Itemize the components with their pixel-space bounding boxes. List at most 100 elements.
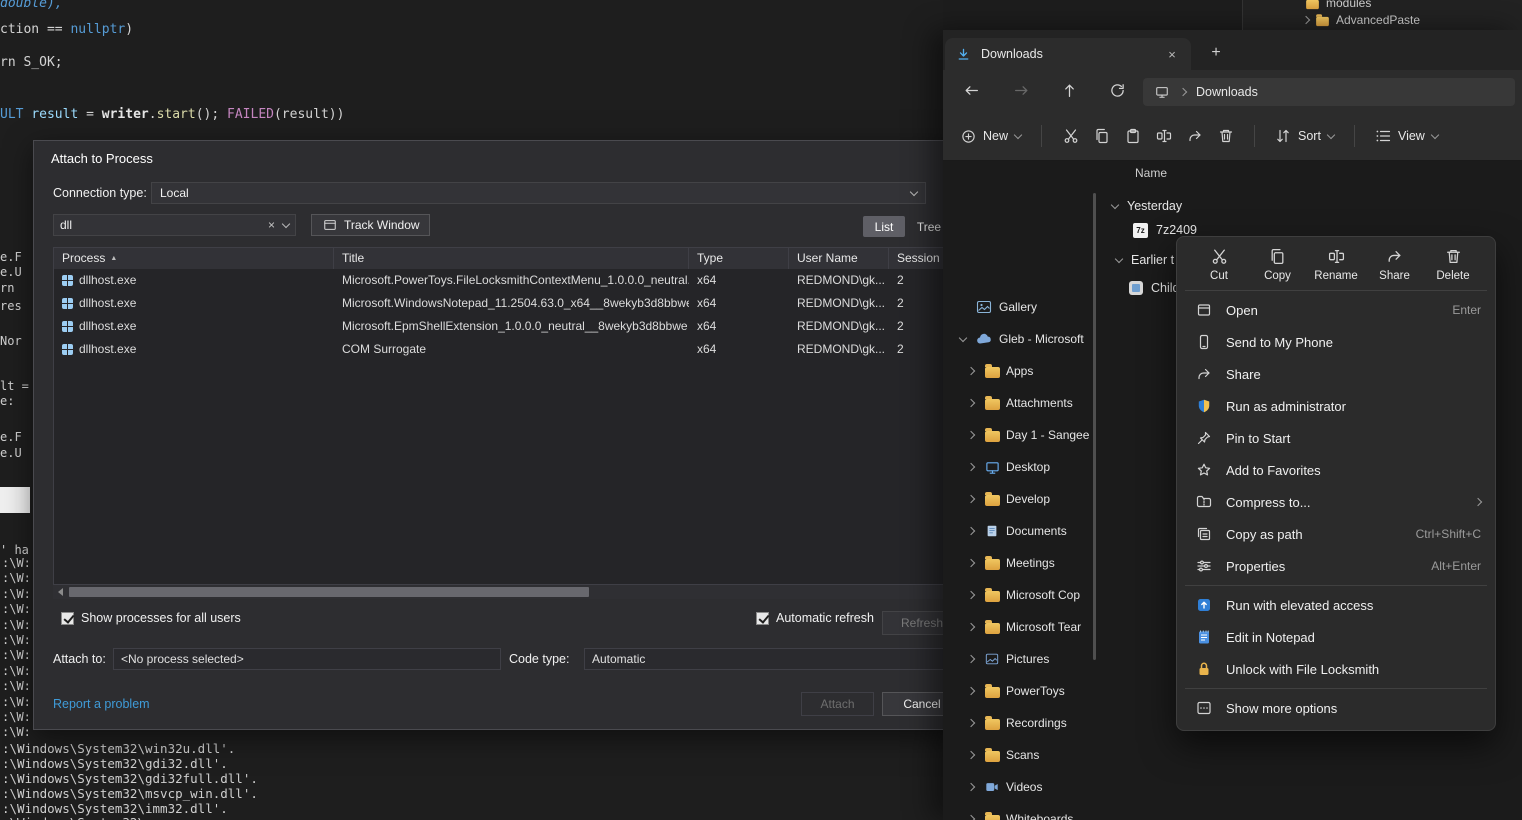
menu-item-compress-to[interactable]: Compress to... (1177, 486, 1495, 518)
chevron-right-icon[interactable] (967, 655, 975, 663)
menu-item-properties[interactable]: Properties Alt+Enter (1177, 550, 1495, 582)
tree-item-modules[interactable]: modules (1305, 0, 1371, 10)
tab-downloads[interactable]: Downloads × (945, 38, 1191, 70)
menu-item-run-elevated[interactable]: Run with elevated access (1177, 589, 1495, 621)
chevron-down-icon[interactable] (282, 219, 290, 227)
chevron-right-icon[interactable] (967, 367, 975, 375)
sidebar-item-scans[interactable]: Scans (943, 740, 1099, 770)
horizontal-scrollbar[interactable] (53, 585, 959, 599)
chevron-right-icon[interactable] (967, 751, 975, 759)
chevron-down-icon[interactable] (1115, 254, 1123, 262)
sidebar-item-apps[interactable]: Apps (943, 356, 1099, 386)
chevron-right-icon[interactable] (967, 623, 975, 631)
new-tab-button[interactable]: + (1205, 42, 1227, 64)
sidebar-item-desktop[interactable]: Desktop (943, 452, 1099, 482)
sidebar-item-documents[interactable]: Documents (943, 516, 1099, 546)
chevron-right-icon[interactable] (967, 431, 975, 439)
share-button[interactable] (1186, 128, 1203, 145)
copy-quick-action[interactable]: Copy (1252, 248, 1304, 282)
menu-item-show-more-options[interactable]: Show more options (1177, 692, 1495, 724)
menu-item-open[interactable]: Open Enter (1177, 294, 1495, 326)
navigation-scrollbar[interactable] (1093, 193, 1096, 660)
breadcrumb[interactable]: Downloads (1196, 85, 1258, 99)
delete-button[interactable] (1217, 128, 1234, 145)
copy-button[interactable] (1093, 128, 1110, 145)
sort-button[interactable]: Sort (1275, 128, 1334, 144)
chevron-right-icon[interactable] (967, 527, 975, 535)
chevron-right-icon[interactable] (967, 495, 975, 503)
rename-button[interactable] (1155, 128, 1172, 145)
chevron-right-icon[interactable] (967, 399, 975, 407)
scroll-left-icon[interactable] (53, 585, 67, 599)
list-view-button[interactable]: List (863, 216, 905, 237)
sidebar-item-gallery[interactable]: Gallery (943, 292, 1099, 322)
up-button[interactable] (1061, 82, 1079, 100)
menu-item-pin-to-start[interactable]: Pin to Start (1177, 422, 1495, 454)
menu-item-share[interactable]: Share (1177, 358, 1495, 390)
chevron-right-icon[interactable] (967, 687, 975, 695)
back-button[interactable] (963, 82, 981, 100)
refresh-button[interactable] (1109, 82, 1127, 100)
chevron-right-icon[interactable] (967, 591, 975, 599)
column-header-name[interactable]: Name (1135, 166, 1167, 180)
close-tab-icon[interactable]: × (1163, 47, 1181, 62)
share-quick-action[interactable]: Share (1369, 248, 1421, 282)
group-header-yesterday[interactable]: Yesterday (1112, 194, 1182, 218)
group-header-earlier[interactable]: Earlier t (1116, 248, 1174, 272)
process-row[interactable]: dllhost.exe Microsoft.EpmShellExtension_… (54, 315, 958, 338)
menu-item-copy-as-path[interactable]: Copy as path Ctrl+Shift+C (1177, 518, 1495, 550)
process-row[interactable]: dllhost.exe COM Surrogate x64 REDMOND\gk… (54, 338, 958, 361)
sidebar-item-videos[interactable]: Videos (943, 772, 1099, 802)
sidebar-item-attachments[interactable]: Attachments (943, 388, 1099, 418)
process-row[interactable]: dllhost.exe Microsoft.PowerToys.FileLock… (54, 269, 958, 292)
scrollbar-thumb[interactable] (69, 587, 589, 597)
address-bar[interactable]: Downloads (1143, 78, 1515, 106)
sidebar-item-meetings[interactable]: Meetings (943, 548, 1099, 578)
checkbox-checked-icon[interactable] (61, 612, 74, 625)
track-window-button[interactable]: Track Window (311, 214, 430, 236)
menu-item-run-as-administrator[interactable]: Run as administrator (1177, 390, 1495, 422)
tree-item-advancedpaste[interactable]: AdvancedPaste (1303, 13, 1420, 27)
connection-type-select[interactable]: Local (151, 182, 926, 204)
process-filter-input[interactable]: dll × (53, 214, 296, 236)
menu-item-edit-in-notepad[interactable]: Edit in Notepad (1177, 621, 1495, 653)
show-all-users-checkbox[interactable]: Show processes for all users (61, 611, 241, 625)
chevron-right-icon[interactable] (967, 559, 975, 567)
chevron-right-icon[interactable] (967, 463, 975, 471)
sidebar-item-microsoft-cop[interactable]: Microsoft Cop (943, 580, 1099, 610)
code-type-field[interactable]: Automatic (584, 648, 959, 670)
menu-item-unlock-file-locksmith[interactable]: Unlock with File Locksmith (1177, 653, 1495, 685)
chevron-right-icon[interactable] (967, 815, 975, 820)
rename-quick-action[interactable]: Rename (1310, 248, 1362, 282)
chevron-right-icon[interactable] (967, 719, 975, 727)
sidebar-item-day1[interactable]: Day 1 - Sangee (943, 420, 1099, 450)
checkbox-checked-icon[interactable] (756, 612, 769, 625)
menu-item-send-to-phone[interactable]: Send to My Phone (1177, 326, 1495, 358)
automatic-refresh-checkbox[interactable]: Automatic refresh (756, 611, 874, 625)
sidebar-item-onedrive[interactable]: Gleb - Microsoft (943, 324, 1099, 354)
sidebar-item-whiteboards[interactable]: Whiteboards (943, 804, 1099, 820)
attach-to-field[interactable]: <No process selected> (113, 648, 501, 670)
sidebar-item-microsoft-tear[interactable]: Microsoft Tear (943, 612, 1099, 642)
cut-quick-action[interactable]: Cut (1193, 248, 1245, 282)
column-header-title[interactable]: Title (334, 248, 689, 269)
view-button[interactable]: View (1375, 128, 1438, 144)
sidebar-item-pictures[interactable]: Pictures (943, 644, 1099, 674)
menu-item-add-to-favorites[interactable]: Add to Favorites (1177, 454, 1495, 486)
chevron-right-icon[interactable] (1302, 16, 1310, 24)
chevron-down-icon[interactable] (1111, 200, 1119, 208)
column-header-user[interactable]: User Name (789, 248, 889, 269)
sidebar-item-recordings[interactable]: Recordings (943, 708, 1099, 738)
new-button[interactable]: New (961, 129, 1021, 144)
attach-button[interactable]: Attach (801, 692, 874, 716)
clear-filter-icon[interactable]: × (268, 218, 275, 232)
paste-button[interactable] (1124, 128, 1141, 145)
report-a-problem-link[interactable]: Report a problem (53, 697, 150, 711)
column-header-process[interactable]: Process ▲ (54, 248, 334, 269)
cut-button[interactable] (1062, 128, 1079, 145)
process-row[interactable]: dllhost.exe Microsoft.WindowsNotepad_11.… (54, 292, 958, 315)
chevron-right-icon[interactable] (967, 783, 975, 791)
sidebar-item-develop[interactable]: Develop (943, 484, 1099, 514)
sidebar-item-powertoys[interactable]: PowerToys (943, 676, 1099, 706)
chevron-down-icon[interactable] (959, 333, 967, 341)
